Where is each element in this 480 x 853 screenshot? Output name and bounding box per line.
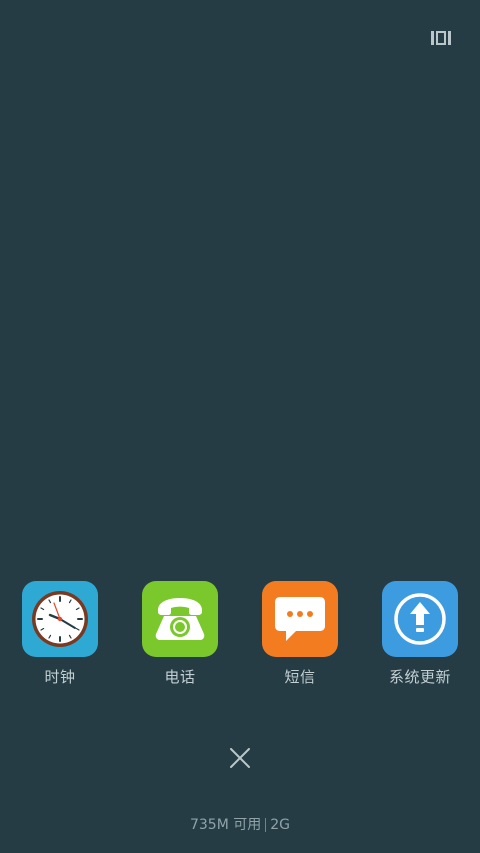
- recent-app-messages[interactable]: 短信: [240, 580, 360, 686]
- message-tile: [262, 581, 338, 657]
- layout-toggle-icon: [431, 31, 451, 45]
- clear-all-button[interactable]: [226, 744, 254, 772]
- clock-icon: [32, 591, 88, 647]
- recent-apps-row: 时钟 电话 短信 系统更新: [0, 580, 480, 690]
- phone-tile: [142, 581, 218, 657]
- message-icon: [275, 597, 325, 641]
- recent-app-clock[interactable]: 时钟: [0, 580, 120, 686]
- close-icon: [230, 748, 250, 768]
- clock-tile: [22, 581, 98, 657]
- memory-available: 735M 可用: [189, 817, 262, 833]
- update-tile: [382, 581, 458, 657]
- recent-app-phone[interactable]: 电话: [120, 580, 240, 686]
- layout-toggle-button[interactable]: [428, 28, 454, 48]
- recent-app-system-update[interactable]: 系统更新: [360, 580, 480, 686]
- app-label-phone: 电话: [164, 668, 196, 686]
- memory-status: 735M 可用 2G: [0, 816, 480, 834]
- app-label-messages: 短信: [284, 668, 316, 686]
- phone-icon: [155, 598, 205, 640]
- memory-separator: [265, 818, 267, 832]
- update-icon: [394, 593, 446, 645]
- app-label-clock: 时钟: [44, 668, 76, 686]
- memory-total: 2G: [270, 817, 291, 833]
- app-label-system-update: 系统更新: [388, 668, 451, 686]
